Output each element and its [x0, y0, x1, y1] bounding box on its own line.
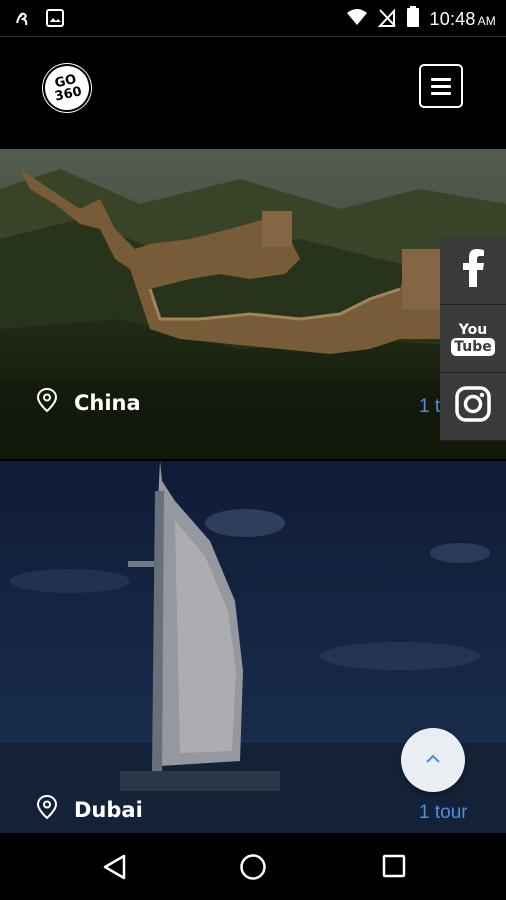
youtube-link[interactable]: You Tube: [440, 305, 506, 373]
social-sidebar: You Tube: [440, 237, 506, 441]
instagram-link[interactable]: [440, 373, 506, 441]
image-notification-icon: [46, 9, 64, 32]
destination-label: China: [36, 387, 141, 418]
destination-card-china[interactable]: China 1 t: [0, 149, 506, 459]
app-notification-icon: [14, 8, 34, 33]
go360-logo[interactable]: GO 360: [38, 59, 96, 117]
back-icon: [103, 854, 126, 880]
hamburger-menu-icon: [431, 77, 451, 81]
wifi-icon: [346, 8, 368, 31]
location-pin-icon: [36, 387, 58, 418]
home-icon: [240, 854, 266, 880]
battery-icon: [406, 6, 420, 33]
system-navigation-bar: [0, 833, 506, 900]
destination-name: China: [74, 390, 141, 415]
youtube-icon: You Tube: [451, 322, 495, 356]
instagram-icon: [455, 386, 491, 427]
tour-count: 1 tour: [419, 802, 468, 823]
destination-label: Dubai: [36, 794, 143, 825]
facebook-link[interactable]: [440, 237, 506, 305]
status-time: 10:48 AM: [429, 9, 496, 29]
recents-icon: [382, 854, 406, 878]
recents-button[interactable]: [382, 854, 406, 883]
app-header: GO 360: [0, 37, 506, 149]
status-bar: 10:48 AM: [0, 0, 506, 36]
destination-name: Dubai: [74, 797, 143, 822]
tour-count: 1 t: [419, 396, 441, 417]
no-signal-icon: [377, 7, 396, 32]
hamburger-menu-button[interactable]: [419, 64, 463, 108]
logo-text-360: 360: [53, 84, 84, 105]
home-button[interactable]: [239, 853, 267, 886]
chevron-up-icon: [425, 751, 441, 769]
scroll-to-top-button[interactable]: [401, 728, 465, 792]
back-button[interactable]: [102, 854, 128, 885]
facebook-icon: [460, 249, 486, 292]
location-pin-icon: [36, 794, 58, 825]
